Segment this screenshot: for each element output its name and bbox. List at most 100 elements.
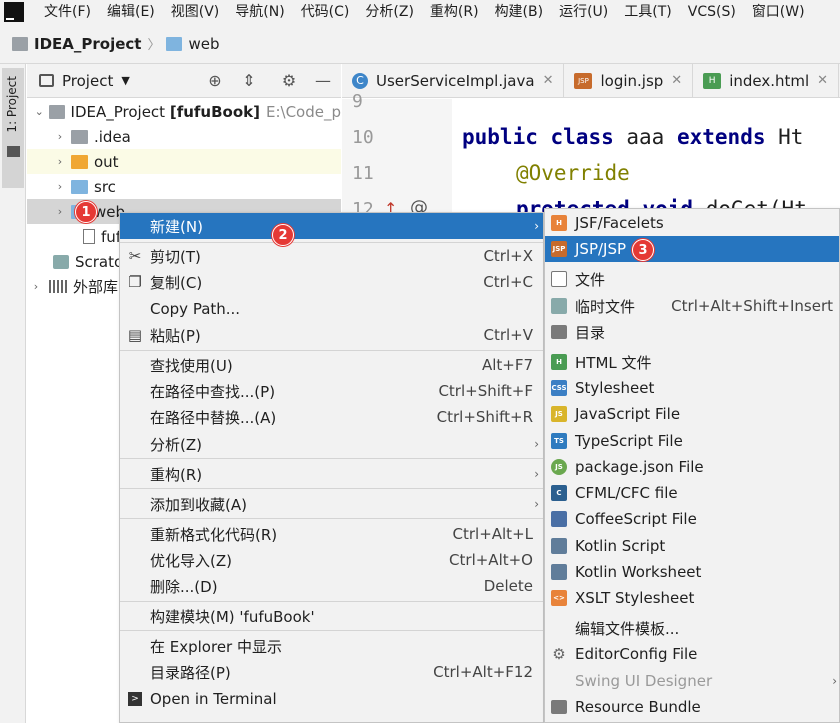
collapse-all-icon[interactable]: ⇕ bbox=[239, 71, 259, 91]
chevron-right-icon[interactable]: › bbox=[53, 130, 67, 143]
menu-item-open-terminal[interactable]: > Open in Terminal bbox=[120, 686, 543, 712]
breadcrumb-web[interactable]: web bbox=[188, 35, 219, 53]
menu-item-optimize-imports[interactable]: 优化导入(Z) Ctrl+Alt+O bbox=[120, 547, 543, 573]
menu-item-reformat[interactable]: 重新格式化代码(R) Ctrl+Alt+L bbox=[120, 521, 543, 547]
close-icon[interactable]: ✕ bbox=[543, 73, 554, 88]
close-icon[interactable]: ✕ bbox=[817, 73, 828, 88]
submenu-item-resource-bundle[interactable]: Resource Bundle bbox=[545, 694, 839, 720]
step-marker-1: 1 bbox=[75, 201, 97, 223]
xslt-file-icon: <> bbox=[551, 590, 567, 606]
line-number: 11 bbox=[352, 163, 374, 184]
submenu-item-jsf[interactable]: H JSF/Facelets bbox=[545, 210, 839, 236]
menu-item-refactor[interactable]: 重构(R) › bbox=[120, 461, 543, 487]
chevron-down-icon[interactable]: ⌄ bbox=[33, 105, 45, 118]
chevron-right-icon[interactable]: › bbox=[53, 155, 67, 168]
chevron-right-icon[interactable]: › bbox=[53, 180, 67, 193]
tree-label: out bbox=[94, 152, 119, 171]
menu-tools[interactable]: 工具(T) bbox=[616, 0, 679, 24]
menu-build[interactable]: 构建(B) bbox=[487, 0, 552, 24]
submenu-item-kotlin-worksheet[interactable]: Kotlin Worksheet bbox=[545, 559, 839, 585]
menu-edit[interactable]: 编辑(E) bbox=[99, 0, 163, 24]
project-tool-tab[interactable]: 1: Project bbox=[2, 68, 24, 188]
project-panel-title[interactable]: Project bbox=[62, 72, 113, 90]
jsp-file-icon: JSP bbox=[551, 241, 567, 257]
submenu-item-xslt[interactable]: <> XSLT Stylesheet bbox=[545, 585, 839, 611]
submenu-item-package-json[interactable]: JS package.json File bbox=[545, 454, 839, 480]
menu-navigate[interactable]: 导航(N) bbox=[227, 0, 292, 24]
submenu-item-javascript[interactable]: JS JavaScript File bbox=[545, 401, 839, 427]
new-submenu: H JSF/Facelets JSP JSP/JSP 文件 临时文件 Ctrl+… bbox=[544, 208, 840, 723]
submenu-item-jsp[interactable]: JSP JSP/JSP bbox=[545, 236, 839, 262]
css-file-icon: CSS bbox=[551, 380, 567, 396]
submenu-item-editorconfig[interactable]: ⚙ EditorConfig File bbox=[545, 641, 839, 667]
menu-view[interactable]: 视图(V) bbox=[163, 0, 228, 24]
tab-index-html[interactable]: H index.html ✕ bbox=[693, 64, 840, 97]
menu-vcs[interactable]: VCS(S) bbox=[680, 0, 744, 24]
menu-item-analyze[interactable]: 分析(Z) › bbox=[120, 431, 543, 457]
tab-userserviceimpl[interactable]: C UserServiceImpl.java ✕ bbox=[342, 64, 565, 97]
tab-label: login.jsp bbox=[600, 71, 664, 90]
menu-item-build-module[interactable]: 构建模块(M) 'fufuBook' bbox=[120, 603, 543, 629]
tab-login-jsp[interactable]: JSP login.jsp ✕ bbox=[564, 64, 694, 97]
tree-item-root[interactable]: ⌄ IDEA_Project [fufuBook] E:\Code_p bbox=[27, 99, 341, 124]
chevron-down-icon[interactable]: ▼ bbox=[121, 74, 129, 87]
menu-item-add-favorites[interactable]: 添加到收藏(A) › bbox=[120, 491, 543, 517]
menubar: 文件(F) 编辑(E) 视图(V) 导航(N) 代码(C) 分析(Z) 重构(R… bbox=[0, 0, 840, 24]
chevron-right-icon: › bbox=[534, 437, 539, 451]
tree-label: 外部库 bbox=[73, 278, 119, 296]
submenu-item-cfml[interactable]: C CFML/CFC file bbox=[545, 480, 839, 506]
menu-item-find-in-path[interactable]: 在路径中查找...(P) Ctrl+Shift+F bbox=[120, 378, 543, 404]
gear-icon[interactable]: ⚙ bbox=[279, 71, 299, 91]
menu-window[interactable]: 窗口(W) bbox=[744, 0, 813, 24]
submenu-item-coffeescript[interactable]: CoffeeScript File bbox=[545, 506, 839, 532]
breadcrumb-project[interactable]: IDEA_Project bbox=[34, 35, 141, 53]
menu-item-cut[interactable]: ✂ 剪切(T) Ctrl+X bbox=[120, 243, 543, 269]
submenu-item-kotlin-script[interactable]: Kotlin Script bbox=[545, 533, 839, 559]
menu-item-copy[interactable]: ❐ 复制(C) Ctrl+C bbox=[120, 269, 543, 295]
menu-item-directory-path[interactable]: 目录路径(P) Ctrl+Alt+F12 bbox=[120, 659, 543, 685]
menu-item-paste[interactable]: ▤ 粘贴(P) Ctrl+V bbox=[120, 322, 543, 348]
menu-code[interactable]: 代码(C) bbox=[293, 0, 358, 24]
submenu-item-typescript[interactable]: TS TypeScript File bbox=[545, 428, 839, 454]
step-marker-3: 3 bbox=[632, 239, 654, 261]
menu-item-find-usages[interactable]: 查找使用(U) Alt+F7 bbox=[120, 352, 543, 378]
minimize-icon[interactable]: — bbox=[313, 71, 333, 91]
tree-root-path: E:\Code_p bbox=[265, 102, 341, 121]
project-panel-header: Project ▼ ⊕ ⇕ ⚙ — bbox=[27, 64, 341, 98]
chevron-right-icon[interactable]: › bbox=[29, 280, 43, 293]
tree-item-idea[interactable]: › .idea bbox=[27, 124, 341, 149]
file-icon bbox=[83, 229, 95, 244]
menu-run[interactable]: 运行(U) bbox=[551, 0, 616, 24]
menu-refactor[interactable]: 重构(R) bbox=[422, 0, 487, 24]
menu-file[interactable]: 文件(F) bbox=[36, 0, 99, 24]
submenu-item-directory[interactable]: 目录 bbox=[545, 319, 839, 345]
menu-item-new[interactable]: 新建(N) › bbox=[120, 213, 543, 239]
submenu-item-edit-templates[interactable]: 编辑文件模板... bbox=[545, 615, 839, 641]
tree-item-src[interactable]: › src bbox=[27, 174, 341, 199]
chevron-right-icon: › bbox=[534, 497, 539, 511]
chevron-right-icon[interactable]: › bbox=[53, 205, 67, 218]
jsf-file-icon: H bbox=[551, 215, 567, 231]
coffeescript-icon bbox=[551, 511, 567, 527]
submenu-item-file[interactable]: 文件 bbox=[545, 266, 839, 292]
menu-analyze[interactable]: 分析(Z) bbox=[357, 0, 422, 24]
terminal-icon: > bbox=[128, 692, 142, 706]
menu-item-show-in-explorer[interactable]: 在 Explorer 中显示 bbox=[120, 633, 543, 659]
project-view-icon bbox=[39, 74, 54, 87]
submenu-item-stylesheet[interactable]: CSS Stylesheet bbox=[545, 375, 839, 401]
web-folder-icon bbox=[166, 36, 183, 51]
menu-item-replace-in-path[interactable]: 在路径中替换...(A) Ctrl+Shift+R bbox=[120, 404, 543, 430]
close-icon[interactable]: ✕ bbox=[671, 73, 682, 88]
folder-icon bbox=[7, 146, 20, 157]
submenu-item-scratch[interactable]: 临时文件 Ctrl+Alt+Shift+Insert bbox=[545, 293, 839, 319]
gear-icon: ⚙ bbox=[552, 645, 566, 663]
menu-item-copy-path[interactable]: Copy Path... bbox=[120, 296, 543, 322]
locate-target-icon[interactable]: ⊕ bbox=[205, 71, 225, 91]
tab-label: index.html bbox=[729, 71, 810, 90]
scissors-icon: ✂ bbox=[128, 247, 142, 265]
submenu-item-html[interactable]: H HTML 文件 bbox=[545, 349, 839, 375]
chevron-right-icon: › bbox=[534, 219, 539, 233]
java-class-icon: C bbox=[352, 72, 368, 89]
menu-item-delete[interactable]: 删除...(D) Delete bbox=[120, 573, 543, 599]
tree-item-out[interactable]: › out bbox=[27, 149, 341, 174]
